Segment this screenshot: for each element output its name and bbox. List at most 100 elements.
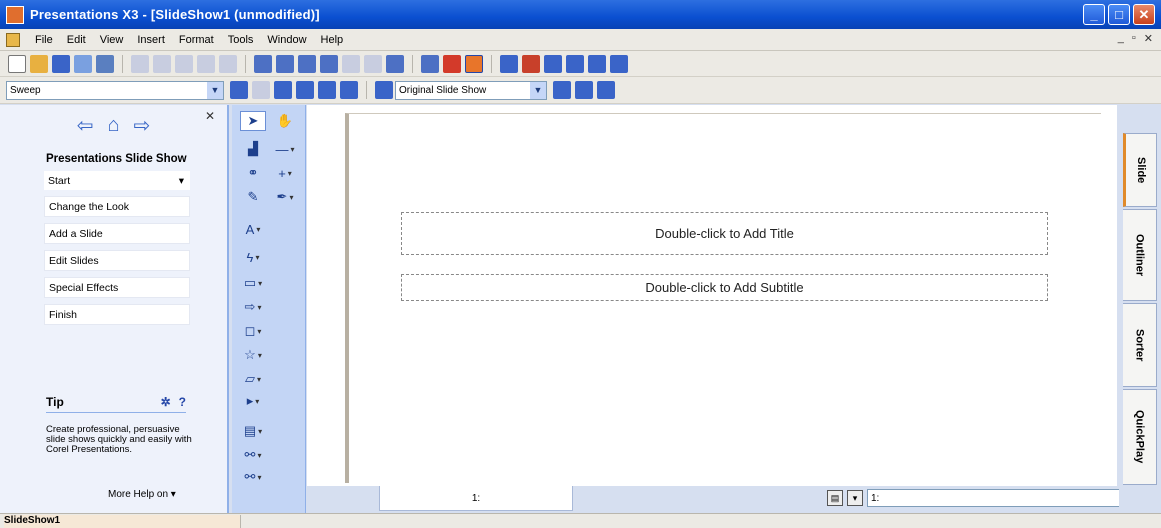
tab-quickplay[interactable]: QuickPlay	[1123, 389, 1157, 485]
star-icon[interactable]	[465, 54, 483, 73]
menu-format[interactable]: Format	[172, 34, 221, 46]
question-icon[interactable]: ?	[179, 395, 186, 409]
rectangle-icon[interactable]: ▭ ▾	[240, 273, 266, 293]
document-icon[interactable]	[6, 32, 20, 47]
doc-minimize-button[interactable]: _	[1118, 32, 1124, 45]
freehand-icon[interactable]: ϟ ▾	[240, 247, 266, 267]
step-add-slide[interactable]: Add a Slide	[44, 223, 190, 244]
slide-list-icon[interactable]: ▤	[827, 490, 843, 506]
save-all-icon[interactable]	[74, 54, 92, 73]
step-finish[interactable]: Finish	[44, 304, 190, 325]
direction-icon[interactable]	[230, 81, 248, 99]
forward-arrow-icon[interactable]: ⇨	[134, 113, 151, 138]
menu-help[interactable]: Help	[314, 34, 351, 46]
back-icon[interactable]	[342, 54, 360, 73]
chevron-down-icon[interactable]: ▼	[207, 81, 223, 99]
line-tool-icon[interactable]: — ▾	[272, 139, 298, 159]
more-help-link[interactable]: More Help on ▾	[108, 489, 176, 500]
close-icon[interactable]: ✕	[205, 109, 215, 123]
forward-icon[interactable]	[364, 54, 382, 73]
undo-icon[interactable]	[197, 54, 215, 73]
menu-tools[interactable]: Tools	[221, 34, 261, 46]
menu-file[interactable]: File	[28, 34, 60, 46]
sound-icon[interactable]	[252, 81, 270, 99]
title-placeholder[interactable]: Double-click to Add Title	[401, 212, 1048, 255]
new-icon[interactable]	[8, 54, 26, 73]
bitmap-icon[interactable]	[386, 54, 404, 73]
slide-menu-icon[interactable]: ▾	[847, 490, 863, 506]
chart-icon[interactable]	[276, 54, 294, 73]
doc-close-button[interactable]: ✕	[1144, 32, 1153, 45]
select-arrow-icon[interactable]: ➤	[240, 111, 266, 131]
menu-window[interactable]: Window	[260, 34, 313, 46]
print-icon[interactable]	[96, 54, 114, 73]
slide-tab-1[interactable]: 1:	[379, 486, 573, 511]
show-settings-icon[interactable]	[575, 81, 593, 99]
gear-icon[interactable]: ✲	[161, 395, 171, 409]
publish-icon[interactable]	[544, 54, 562, 73]
transition-combo[interactable]: Sweep ▼	[6, 80, 224, 100]
callout-icon[interactable]: ◻ ▾	[240, 321, 266, 341]
slideshow-combo[interactable]: Original Slide Show ▼	[395, 80, 547, 100]
copy-icon[interactable]	[153, 54, 171, 73]
separator	[491, 54, 492, 73]
menu-insert[interactable]: Insert	[130, 34, 172, 46]
play-show-icon[interactable]	[553, 81, 571, 99]
tab-outliner[interactable]: Outliner	[1123, 209, 1157, 301]
tab-slide[interactable]: Slide	[1123, 133, 1157, 207]
maximize-button[interactable]: □	[1108, 4, 1130, 25]
slide-select[interactable]: 1: ▼	[867, 489, 1161, 507]
crosshair-icon[interactable]: + ▾	[272, 163, 298, 183]
show-icon[interactable]	[500, 54, 518, 73]
arrow-shape-icon[interactable]: ⇨ ▾	[240, 297, 266, 317]
layout-icon[interactable]	[320, 54, 338, 73]
open-icon[interactable]	[30, 54, 48, 73]
redo-icon[interactable]	[219, 54, 237, 73]
paste-icon[interactable]	[175, 54, 193, 73]
org-chart-icon[interactable]: ⚭	[240, 163, 266, 183]
brush-icon[interactable]: ✎	[240, 187, 266, 207]
media-icon[interactable]: ▸ ▾	[240, 391, 266, 411]
step-edit-slides[interactable]: Edit Slides	[44, 250, 190, 271]
menu-view[interactable]: View	[93, 34, 131, 46]
title-bar: Presentations X3 - [SlideShow1 (unmodifi…	[0, 0, 1161, 29]
step-change-look[interactable]: Change the Look	[44, 196, 190, 217]
speech-bubble-icon[interactable]: ▱ ▾	[240, 369, 266, 389]
close-button[interactable]: ✕	[1133, 4, 1155, 25]
line-color-icon[interactable]: ⚯ ▾	[240, 445, 266, 465]
slide-canvas[interactable]: Double-click to Add Title Double-click t…	[345, 113, 1101, 483]
play-icon[interactable]	[522, 54, 540, 73]
show-print-icon[interactable]	[597, 81, 615, 99]
start-dropdown[interactable]: Start ▾	[44, 171, 190, 190]
eyedropper-icon[interactable]: ✒ ▾	[272, 187, 298, 207]
subtitle-placeholder[interactable]: Double-click to Add Subtitle	[401, 274, 1048, 301]
slide-view-icon[interactable]	[254, 54, 272, 73]
save-icon[interactable]	[52, 54, 70, 73]
print-preview-icon[interactable]	[588, 54, 606, 73]
menu-edit[interactable]: Edit	[60, 34, 93, 46]
doc-restore-button[interactable]: ▫	[1132, 32, 1136, 45]
timing-icon[interactable]	[296, 81, 314, 99]
table-icon[interactable]	[298, 54, 316, 73]
step-special-effects[interactable]: Special Effects	[44, 277, 190, 298]
apple-icon[interactable]	[443, 54, 461, 73]
back-arrow-icon[interactable]: ⇦	[77, 113, 94, 138]
fill-color-icon[interactable]: ▤ ▾	[240, 421, 266, 441]
speaker-notes-icon[interactable]	[318, 81, 336, 99]
web-icon[interactable]	[566, 54, 584, 73]
cut-icon[interactable]	[131, 54, 149, 73]
background-icon[interactable]	[340, 81, 358, 99]
hand-icon[interactable]: ✋	[272, 111, 298, 131]
slideshow-icon[interactable]	[375, 81, 393, 99]
tab-sorter[interactable]: Sorter	[1123, 303, 1157, 387]
chevron-down-icon[interactable]: ▼	[530, 81, 546, 99]
text-tool-icon[interactable]: A ▾	[240, 219, 266, 239]
home-icon[interactable]: ⌂	[107, 114, 119, 137]
star-shape-icon[interactable]: ☆ ▾	[240, 345, 266, 365]
zoom-icon[interactable]	[421, 54, 439, 73]
minimize-button[interactable]: _	[1083, 4, 1105, 25]
help-icon[interactable]	[610, 54, 628, 73]
chart-tool-icon[interactable]: ▟	[240, 139, 266, 159]
animation-icon[interactable]	[274, 81, 292, 99]
shadow-icon[interactable]: ⚯ ▾	[240, 467, 266, 487]
